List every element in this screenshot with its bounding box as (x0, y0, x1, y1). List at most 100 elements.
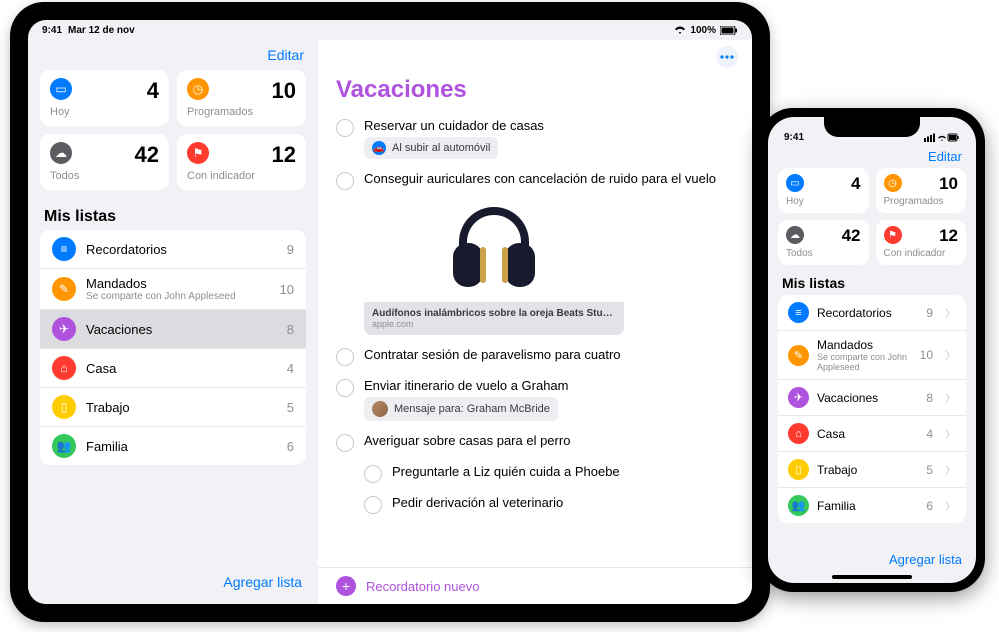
list-row-trabajo[interactable]: ▯Trabajo5〉 (778, 452, 966, 488)
iphone-screen: 9:41 Editar ▭4Hoy◷10Programados☁42Todos⚑… (768, 117, 976, 583)
edit-button[interactable]: Editar (928, 149, 962, 164)
home-icon: ⌂ (52, 356, 76, 380)
more-button[interactable] (716, 46, 738, 68)
card-label: Programados (187, 106, 296, 118)
chip-text: Mensaje para: Graham McBride (394, 403, 550, 415)
list-name: Vacaciones (817, 391, 918, 405)
ipad-screen: 9:41 Mar 12 de nov 100% Editar ▭4Hoy◷10P… (28, 20, 752, 604)
smart-card-con-indicador[interactable]: ⚑12Con indicador (177, 134, 306, 190)
smart-cards: ▭4Hoy◷10Programados☁42Todos⚑12Con indica… (28, 70, 318, 200)
car-icon: 🚗 (372, 141, 386, 155)
new-reminder-button[interactable]: + Recordatorio nuevo (318, 567, 752, 604)
list-count: 4 (287, 361, 294, 376)
card-count: 10 (939, 174, 958, 194)
subtask-title: Pedir derivación al veterinario (392, 495, 746, 510)
list-row-vacaciones[interactable]: ✈Vacaciones8 (40, 310, 306, 349)
list-count: 6 (287, 439, 294, 454)
flag-icon: ⚑ (884, 226, 902, 244)
list-name: Familia (86, 439, 277, 454)
card-count: 4 (147, 78, 159, 104)
task-title: Contratar sesión de paravelismo para cua… (364, 347, 746, 362)
card-count: 42 (842, 226, 861, 246)
task-chip[interactable]: Mensaje para: Graham McBride (364, 397, 558, 421)
edit-button[interactable]: Editar (267, 47, 304, 63)
list-row-recordatorios[interactable]: ≡Recordatorios9 (40, 230, 306, 269)
card-count: 10 (272, 78, 296, 104)
tray-icon: ☁ (786, 226, 804, 244)
list-row-familia[interactable]: 👥Familia6〉 (778, 488, 966, 523)
smart-card-programados[interactable]: ◷10Programados (177, 70, 306, 126)
list-row-casa[interactable]: ⌂Casa4 (40, 349, 306, 388)
task-checkbox[interactable] (364, 465, 382, 483)
list-row-mandados[interactable]: ✎MandadosSe comparte con John Appleseed1… (40, 269, 306, 310)
task-row[interactable]: Enviar itinerario de vuelo a Graham Mensa… (336, 372, 746, 427)
list-count: 9 (926, 306, 933, 320)
flag-icon: ⚑ (187, 142, 209, 164)
detail-pane: Vacaciones Reservar un cuidador de casas… (318, 40, 752, 604)
list-name: Recordatorios (86, 242, 277, 257)
smart-card-hoy[interactable]: ▭4Hoy (778, 168, 869, 213)
subtask-row[interactable]: Pedir derivación al veterinario (364, 489, 746, 520)
rich-link-card[interactable]: Audífonos inalámbricos sobre la oreja Be… (364, 192, 624, 335)
list-row-casa[interactable]: ⌂Casa4〉 (778, 416, 966, 452)
smart-card-todos[interactable]: ☁42Todos (778, 220, 869, 265)
task-checkbox[interactable] (336, 172, 354, 190)
task-checkbox[interactable] (336, 434, 354, 452)
list-row-mandados[interactable]: ✎MandadosSe comparte con John Appleseed1… (778, 331, 966, 380)
list-row-familia[interactable]: 👥Familia6 (40, 427, 306, 465)
lists-container: ≡Recordatorios9✎MandadosSe comparte con … (40, 230, 306, 465)
calendar-icon: ▭ (786, 174, 804, 192)
card-label: Con indicador (187, 170, 296, 182)
list-row-trabajo[interactable]: ▯Trabajo5 (40, 388, 306, 427)
home-icon: ⌂ (788, 423, 809, 444)
card-label: Programados (884, 196, 959, 207)
card-label: Todos (50, 170, 159, 182)
smart-card-todos[interactable]: ☁42Todos (40, 134, 169, 190)
subtask-title: Preguntarle a Liz quién cuida a Phoebe (392, 464, 746, 479)
chevron-right-icon: 〉 (945, 305, 956, 321)
list-count: 10 (280, 282, 294, 297)
list-subtitle: Se comparte con John Appleseed (817, 352, 912, 372)
add-list-button[interactable]: Agregar lista (223, 574, 302, 590)
status-icons (924, 133, 960, 143)
list-name: Casa (817, 427, 918, 441)
task-row[interactable]: Reservar un cuidador de casas 🚗Al subir a… (336, 112, 746, 165)
task-row[interactable]: Averiguar sobre casas para el perro (336, 427, 746, 458)
list-title: Vacaciones (318, 74, 752, 112)
ipad-statusbar: 9:41 Mar 12 de nov 100% (28, 20, 752, 40)
smart-card-hoy[interactable]: ▭ 4 Hoy (40, 70, 169, 126)
task-checkbox[interactable] (336, 379, 354, 397)
card-label: Hoy (50, 106, 159, 118)
pencil-icon: ✎ (52, 277, 76, 301)
chevron-right-icon: 〉 (945, 390, 956, 406)
plane-icon: ✈ (52, 317, 76, 341)
task-chip[interactable]: 🚗Al subir al automóvil (364, 137, 498, 159)
list-row-vacaciones[interactable]: ✈Vacaciones8〉 (778, 380, 966, 416)
card-label: Hoy (786, 196, 861, 207)
task-title: Averiguar sobre casas para el perro (364, 433, 746, 448)
list-name: Vacaciones (86, 322, 277, 337)
calendar-icon: ▭ (50, 78, 72, 100)
task-checkbox[interactable] (364, 496, 382, 514)
battery-icon (720, 26, 738, 35)
task-title: Reservar un cuidador de casas (364, 118, 746, 133)
task-row[interactable]: Contratar sesión de paravelismo para cua… (336, 341, 746, 372)
task-checkbox[interactable] (336, 348, 354, 366)
plane-icon: ✈ (788, 387, 809, 408)
smart-card-con-indicador[interactable]: ⚑12Con indicador (876, 220, 967, 265)
list-name: Trabajo (817, 463, 918, 477)
task-title: Enviar itinerario de vuelo a Graham (364, 378, 746, 393)
smart-card-programados[interactable]: ◷10Programados (876, 168, 967, 213)
task-checkbox[interactable] (336, 119, 354, 137)
subtask-row[interactable]: Preguntarle a Liz quién cuida a Phoebe (364, 458, 746, 489)
list-row-recordatorios[interactable]: ≡Recordatorios9〉 (778, 295, 966, 331)
list-count: 9 (287, 242, 294, 257)
list-subtitle: Se comparte con John Appleseed (86, 291, 270, 302)
lists-section-title: Mis listas (28, 200, 318, 230)
smart-cards: ▭4Hoy◷10Programados☁42Todos⚑12Con indica… (768, 168, 976, 265)
wifi-icon (674, 25, 686, 35)
home-indicator (832, 575, 912, 579)
task-row[interactable]: Conseguir auriculares con cancelación de… (336, 165, 746, 341)
product-image (364, 192, 624, 302)
add-list-button[interactable]: Agregar lista (889, 552, 962, 567)
